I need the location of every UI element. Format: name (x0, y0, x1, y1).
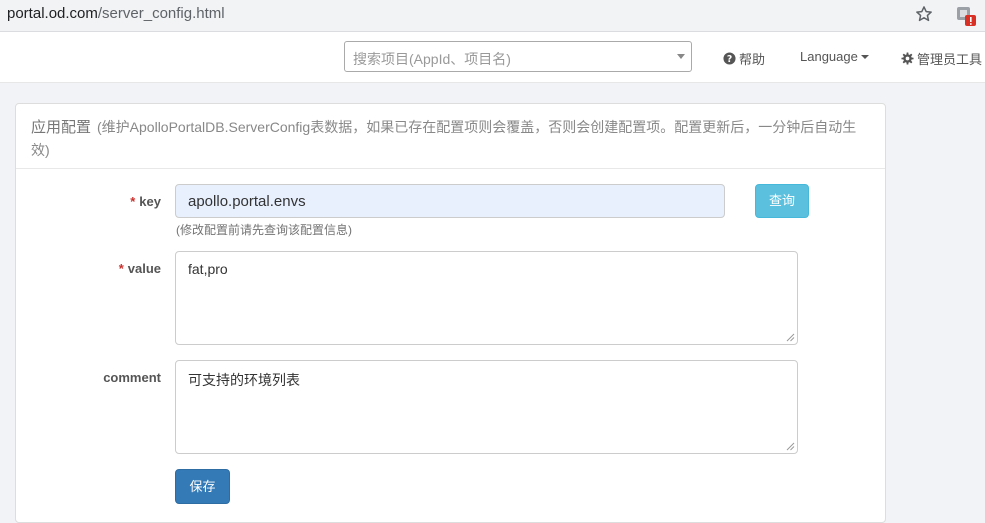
comment-textarea[interactable]: 可支持的环境列表 (175, 360, 798, 454)
comment-textarea-content: 可支持的环境列表 (188, 372, 300, 388)
key-input[interactable]: apollo.portal.envs (175, 184, 725, 218)
nav-language-dropdown[interactable]: Language (800, 49, 869, 64)
value-textarea[interactable]: fat,pro (175, 251, 798, 345)
nav-language-label: Language (800, 49, 858, 64)
url-host: portal.od.com (7, 5, 98, 22)
resize-handle-icon[interactable] (786, 442, 795, 451)
required-mark: * (130, 194, 136, 209)
star-icon[interactable] (914, 4, 934, 24)
nav-admin-label: 管理员工具 (917, 52, 983, 67)
caret-down-icon (860, 54, 869, 59)
question-circle-icon: ? (723, 52, 736, 65)
value-label-text: value (127, 261, 161, 276)
panel-heading: 应用配置 (维护ApolloPortalDB.ServerConfig表数据，如果… (16, 104, 885, 169)
save-button[interactable]: 保存 (175, 469, 230, 504)
url-path: /server_config.html (97, 5, 225, 22)
url-text: portal.od.com/server_config.html (7, 5, 225, 22)
panel-description: (维护ApolloPortalDB.ServerConfig表数据，如果已存在配… (31, 119, 857, 158)
value-textarea-content: fat,pro (188, 261, 228, 277)
nav-help-link[interactable]: ? 帮助 (723, 49, 765, 68)
search-placeholder: 搜索项目(AppId、项目名) (353, 51, 511, 67)
comment-label: comment (103, 370, 161, 385)
extension-icon[interactable] (955, 5, 977, 27)
key-input-value: apollo.portal.envs (188, 193, 306, 210)
key-label: * key (31, 194, 161, 209)
svg-text:?: ? (727, 54, 732, 65)
key-label-text: key (139, 194, 161, 209)
query-button[interactable]: 查询 (755, 184, 809, 218)
project-search-select[interactable]: 搜索项目(AppId、项目名) (344, 41, 692, 72)
panel-title-line: 应用配置 (维护ApolloPortalDB.ServerConfig表数据，如果… (31, 116, 869, 162)
server-config-panel: 应用配置 (维护ApolloPortalDB.ServerConfig表数据，如果… (15, 103, 886, 523)
panel-title: 应用配置 (31, 119, 92, 136)
gear-icon (901, 52, 914, 65)
required-mark: * (118, 261, 124, 276)
chevron-down-icon (677, 54, 685, 59)
resize-handle-icon[interactable] (786, 333, 795, 342)
value-label: * value (31, 261, 161, 276)
url-field[interactable]: portal.od.com/server_config.html (0, 0, 940, 29)
nav-admin-tools[interactable]: 管理员工具 (901, 49, 982, 68)
browser-address-bar: portal.od.com/server_config.html (0, 0, 985, 32)
top-navbar: 搜索项目(AppId、项目名) ? 帮助 Language 管理员工具 (0, 32, 985, 83)
nav-help-label: 帮助 (739, 52, 766, 67)
key-help-text: (修改配置前请先查询该配置信息) (176, 223, 352, 237)
